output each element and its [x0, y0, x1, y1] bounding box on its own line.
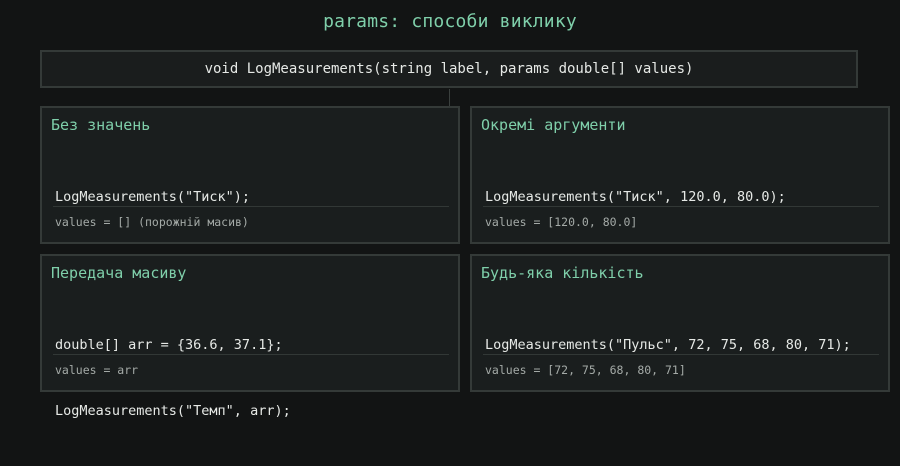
connector-line: [449, 89, 450, 106]
method-signature-box: void LogMeasurements(string label, param…: [40, 50, 858, 88]
code-line: LogMeasurements("Пульс", 72, 75, 68, 80,…: [485, 337, 851, 353]
code-line: LogMeasurements("Темп", arr);: [55, 403, 291, 419]
card-code: LogMeasurements("Пульс", 72, 75, 68, 80,…: [485, 290, 851, 400]
card-result: values = [120.0, 80.0]: [485, 215, 638, 229]
card-title: Без значень: [51, 116, 151, 134]
card-result: values = [] (порожній масив): [55, 215, 249, 229]
card-title: Передача масиву: [51, 264, 187, 282]
card-any-count: Будь-яка кількість LogMeasurements("Пуль…: [470, 254, 890, 392]
card-title: Окремі аргументи: [481, 116, 626, 134]
card-divider: [483, 206, 879, 207]
method-signature-text: void LogMeasurements(string label, param…: [204, 61, 694, 77]
code-line: double[] arr = {36.6, 37.1};: [55, 337, 283, 353]
card-divider: [53, 354, 449, 355]
card-title: Будь-яка кількість: [481, 264, 644, 282]
card-array-passing: Передача масиву double[] arr = {36.6, 37…: [40, 254, 460, 419]
card-separate-arguments: Окремі аргументи LogMeasurements("Тиск",…: [470, 106, 890, 244]
card-code: double[] arr = {36.6, 37.1}; LogMeasurem…: [55, 290, 291, 466]
card-code: LogMeasurements("Тиск");: [55, 142, 250, 252]
card-code: LogMeasurements("Тиск", 120.0, 80.0);: [485, 142, 786, 252]
code-line: LogMeasurements("Тиск", 120.0, 80.0);: [485, 189, 786, 205]
card-divider: [53, 206, 449, 207]
code-line: LogMeasurements("Тиск");: [55, 189, 251, 205]
card-no-values: Без значень LogMeasurements("Тиск"); val…: [40, 106, 460, 244]
card-divider: [483, 354, 879, 355]
card-result: values = arr: [55, 363, 139, 377]
diagram-title: params: способи виклику: [323, 11, 577, 32]
card-result: values = [72, 75, 68, 80, 71]: [485, 363, 686, 377]
